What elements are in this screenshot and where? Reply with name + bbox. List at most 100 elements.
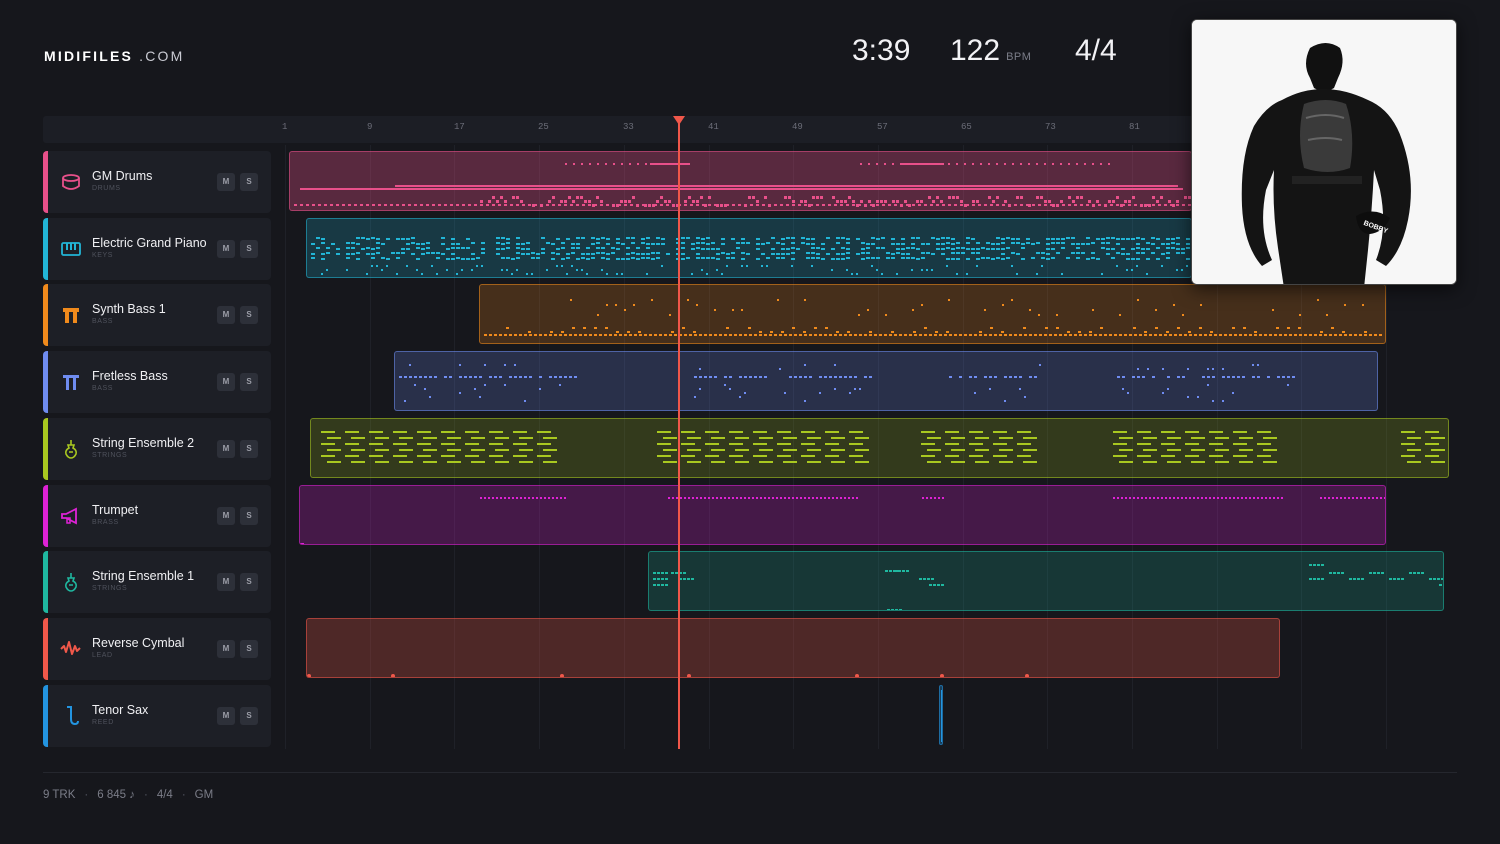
track-color-strip (43, 617, 48, 680)
solo-button[interactable]: S (240, 306, 258, 325)
tempo-display: 122 BPM (950, 34, 1031, 68)
track-header[interactable]: Synth Bass 1 BASS M S (43, 284, 271, 347)
track-category: BASS (92, 318, 114, 326)
track-header[interactable]: Reverse Cymbal LEAD M S (43, 617, 271, 680)
time-signature: 4/4 (1075, 34, 1117, 67)
mute-button[interactable]: M (217, 373, 235, 392)
mute-button[interactable]: M (217, 506, 235, 525)
mute-button[interactable]: M (217, 639, 235, 658)
track-color-strip (43, 417, 48, 480)
tempo-value: 122 (950, 34, 1001, 67)
song-duration: 3:39 (852, 34, 911, 67)
mute-button[interactable]: M (217, 439, 235, 458)
mute-button[interactable]: M (217, 306, 235, 325)
saxophone-icon (60, 705, 82, 727)
ruler-tick: 81 (1129, 122, 1140, 132)
track-color-strip (43, 351, 48, 414)
midi-clip[interactable] (306, 617, 1280, 678)
violin-icon (60, 571, 82, 593)
site-logo[interactable]: MIDIFILES .COM (44, 48, 184, 64)
track-header[interactable]: Electric Grand Piano KEYS M S (43, 217, 271, 280)
track-name[interactable]: String Ensemble 1 (92, 569, 194, 583)
track-category: DRUMS (92, 185, 121, 192)
track-name[interactable]: Electric Grand Piano (92, 236, 207, 250)
track-color-strip (43, 151, 48, 213)
solo-button[interactable]: S (240, 173, 258, 191)
track-header[interactable]: String Ensemble 1 STRINGS M S (43, 551, 271, 614)
ruler-tick: 17 (454, 122, 465, 132)
separator: · (84, 789, 89, 801)
track-name[interactable]: String Ensemble 2 (92, 436, 194, 450)
track-count: 9 TRK (43, 789, 76, 801)
grid-line (285, 145, 286, 749)
track-category: LEAD (92, 651, 113, 659)
midi-clip[interactable] (299, 484, 1386, 545)
solo-button[interactable]: S (240, 506, 258, 525)
track-category: KEYS (92, 251, 114, 259)
track-category: REED (92, 718, 114, 726)
track-name[interactable]: Tenor Sax (92, 703, 148, 717)
ruler-tick: 41 (708, 122, 719, 132)
track-header[interactable]: Trumpet BRASS M S (43, 484, 271, 547)
solo-button[interactable]: S (240, 639, 258, 658)
logo-bold: MIDIFILES (44, 48, 134, 64)
midi-clip[interactable] (394, 351, 1378, 412)
track-color-strip (43, 684, 48, 747)
ruler-tick: 49 (792, 122, 803, 132)
waveform-icon (60, 638, 82, 660)
midi-standard: GM (194, 789, 214, 801)
track-category: BRASS (92, 518, 119, 526)
track-header[interactable]: GM Drums DRUMS M S (43, 151, 271, 213)
album-art: BOBBY (1191, 19, 1457, 285)
ruler-tick: 1 (282, 122, 288, 132)
footer-divider (43, 772, 1457, 773)
midi-clip[interactable] (648, 551, 1444, 612)
note-count: 6 845 ♪ (97, 789, 135, 801)
mute-button[interactable]: M (217, 573, 235, 592)
playhead[interactable] (678, 123, 681, 749)
solo-button[interactable]: S (240, 573, 258, 592)
midi-clip[interactable] (939, 684, 943, 745)
solo-button[interactable]: S (240, 706, 258, 725)
track-name[interactable]: Reverse Cymbal (92, 636, 184, 650)
footer-signature: 4/4 (156, 789, 173, 801)
track-name[interactable]: Fretless Bass (92, 369, 168, 383)
track-color-strip (43, 217, 48, 280)
track-color-strip (43, 551, 48, 614)
midi-clip[interactable] (479, 284, 1386, 345)
solo-button[interactable]: S (240, 373, 258, 392)
midi-clip[interactable] (310, 417, 1449, 478)
track-category: STRINGS (92, 451, 128, 459)
status-bar: 9 TRK · 6 845 ♪ · 4/4 · GM (43, 789, 213, 801)
separator: · (181, 789, 186, 801)
solo-button[interactable]: S (240, 439, 258, 458)
track-header[interactable]: Fretless Bass BASS M S (43, 351, 271, 414)
violin-icon (60, 438, 82, 460)
trumpet-icon (60, 505, 82, 527)
ruler-tick: 25 (538, 122, 549, 132)
tempo-unit: BPM (1006, 51, 1032, 63)
track-name[interactable]: Trumpet (92, 503, 138, 517)
mute-button[interactable]: M (217, 173, 235, 191)
mute-button[interactable]: M (217, 239, 235, 258)
track-header[interactable]: Tenor Sax REED M S (43, 684, 271, 747)
separator: · (143, 789, 148, 801)
solo-button[interactable]: S (240, 239, 258, 258)
album-art-image: BOBBY (1192, 20, 1456, 284)
track-color-strip (43, 284, 48, 347)
mute-button[interactable]: M (217, 706, 235, 725)
track-color-strip (43, 484, 48, 547)
ruler-tick: 65 (961, 122, 972, 132)
logo-suffix: .COM (139, 48, 185, 64)
track-header[interactable]: String Ensemble 2 STRINGS M S (43, 417, 271, 480)
drum-icon (60, 171, 82, 193)
track-name[interactable]: Synth Bass 1 (92, 302, 166, 316)
track-name[interactable]: GM Drums (92, 169, 152, 183)
ruler-tick: 57 (877, 122, 888, 132)
midi-clip[interactable] (306, 217, 1192, 278)
piano-icon (60, 238, 82, 260)
ruler-tick: 9 (367, 122, 373, 132)
bass-guitar-icon (60, 371, 82, 393)
midi-clip[interactable] (289, 151, 1192, 211)
synth-bass-icon (60, 304, 82, 326)
